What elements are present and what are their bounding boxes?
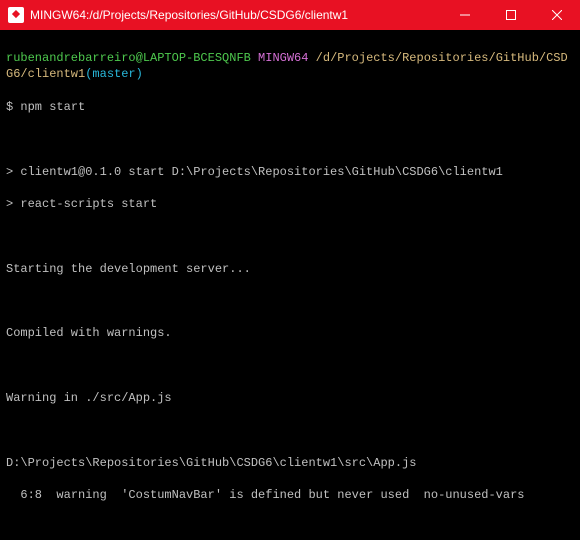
npm-script-header2: > react-scripts start xyxy=(6,196,574,212)
prompt-line: rubenandrebarreiro@LAPTOP-BCESQNFB MINGW… xyxy=(6,50,574,82)
window-title: MINGW64:/d/Projects/Repositories/GitHub/… xyxy=(30,8,442,22)
command-line: $ npm start xyxy=(6,99,574,115)
minimize-button[interactable] xyxy=(442,0,488,30)
warning1-message: 6:8 warning 'CostumNavBar' is defined bu… xyxy=(6,487,574,503)
compiled-line: Compiled with warnings. xyxy=(6,325,574,341)
minimize-icon xyxy=(460,10,470,20)
maximize-icon xyxy=(506,10,516,20)
blank-line xyxy=(6,131,574,147)
prompt-host: MINGW64 xyxy=(258,51,308,65)
blank-line xyxy=(6,520,574,536)
prompt-symbol: $ xyxy=(6,100,13,114)
prompt-branch: (master) xyxy=(85,67,143,81)
warning1-title: Warning in ./src/App.js xyxy=(6,390,574,406)
blank-line xyxy=(6,423,574,439)
app-icon-glyph: ⬥ xyxy=(12,9,20,21)
prompt-user: rubenandrebarreiro@LAPTOP-BCESQNFB xyxy=(6,51,251,65)
maximize-button[interactable] xyxy=(488,0,534,30)
blank-line xyxy=(6,358,574,374)
command-text: npm start xyxy=(20,100,85,114)
app-icon: ⬥ xyxy=(8,7,24,23)
blank-line xyxy=(6,293,574,309)
starting-line: Starting the development server... xyxy=(6,261,574,277)
npm-script-header: > clientw1@0.1.0 start D:\Projects\Repos… xyxy=(6,164,574,180)
close-button[interactable] xyxy=(534,0,580,30)
close-icon xyxy=(552,10,562,20)
blank-line xyxy=(6,228,574,244)
window-controls xyxy=(442,0,580,30)
window-titlebar: ⬥ MINGW64:/d/Projects/Repositories/GitHu… xyxy=(0,0,580,30)
terminal-pane[interactable]: rubenandrebarreiro@LAPTOP-BCESQNFB MINGW… xyxy=(0,30,580,540)
warning1-path: D:\Projects\Repositories\GitHub\CSDG6\cl… xyxy=(6,455,574,471)
